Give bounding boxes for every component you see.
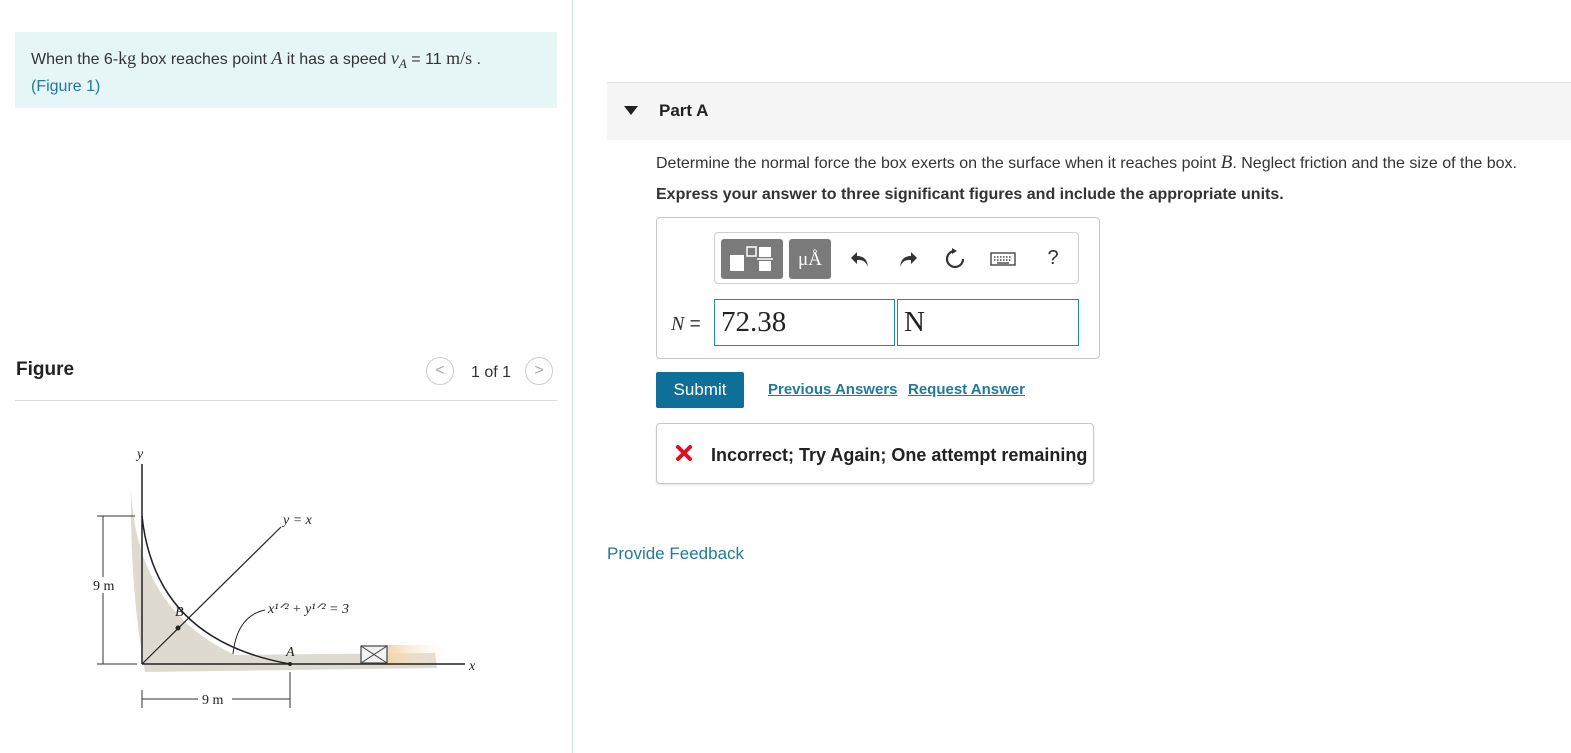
figure-title: Figure xyxy=(16,359,75,380)
point-b-marker xyxy=(175,625,181,631)
mass-unit: kg xyxy=(118,48,137,68)
point-b-label: B xyxy=(175,605,184,620)
answer-value-input[interactable]: 72.38 xyxy=(714,299,895,346)
units-button[interactable]: μÅ xyxy=(789,239,831,279)
problem-text-mid1: box reaches point xyxy=(136,51,272,68)
curve-equation-label: x¹ᐟ² + y¹ᐟ² = 3 xyxy=(267,602,349,617)
figure-diagram: y x y = x B A x¹ᐟ² + y¹ᐟ² = 3 9 m 9 m xyxy=(89,447,476,708)
answer-instruction: Express your answer to three significant… xyxy=(656,186,1284,203)
problem-text-prefix: When the 6- xyxy=(31,51,119,68)
reset-icon[interactable] xyxy=(943,247,967,271)
problem-text-end: . xyxy=(472,51,482,68)
question-prefix: Determine the normal force the box exert… xyxy=(656,155,1221,172)
math-toolbar: μÅ ? xyxy=(714,232,1079,284)
y-axis-label: y xyxy=(135,447,144,462)
point-a-label: A xyxy=(285,645,295,660)
provide-feedback-link[interactable]: Provide Feedback xyxy=(607,544,744,564)
x-icon xyxy=(676,445,692,461)
undo-icon[interactable] xyxy=(848,247,872,271)
figure-link-text: Figure 1 xyxy=(36,78,96,96)
templates-button[interactable] xyxy=(721,239,783,279)
prev-figure-button[interactable]: < xyxy=(426,357,454,385)
speed-subscript: A xyxy=(398,56,407,72)
speed-unit: m/s xyxy=(446,48,473,68)
templates-icon xyxy=(730,246,773,271)
answer-units-input[interactable]: N xyxy=(897,299,1079,346)
next-figure-button[interactable]: > xyxy=(525,357,553,385)
question-point: B xyxy=(1220,152,1233,173)
speed-equals: = 11 xyxy=(406,51,447,68)
problem-text-mid2: it has a speed xyxy=(282,51,391,68)
curve-leader xyxy=(232,609,266,655)
question-suffix: . Neglect friction and the size of the b… xyxy=(1232,155,1517,172)
part-a-header[interactable]: Part A xyxy=(607,82,1571,140)
problem-statement: When the 6-kg box reaches point A it has… xyxy=(15,32,557,108)
point-a-symbol: A xyxy=(271,48,283,68)
answer-variable-label: N = xyxy=(671,313,701,336)
part-title: Part A xyxy=(659,101,709,120)
surface-glow xyxy=(385,645,445,665)
submit-button[interactable]: Submit xyxy=(656,372,744,408)
dim-horizontal-label: 9 m xyxy=(202,693,224,708)
request-answer-link[interactable]: Request Answer xyxy=(908,381,1025,398)
figure-link[interactable]: (Figure 1) xyxy=(31,78,100,95)
feedback-text: Incorrect; Try Again; One attempt remain… xyxy=(711,445,1088,465)
previous-answers-link[interactable]: Previous Answers xyxy=(768,381,898,398)
figure-header: Figure < 1 of 1 > xyxy=(15,356,557,401)
x-axis-label: x xyxy=(468,659,476,674)
speed-symbol: v xyxy=(390,48,399,68)
point-a-marker xyxy=(288,662,292,666)
answer-box: μÅ ? N = 72.38 N xyxy=(656,217,1100,359)
help-icon[interactable]: ? xyxy=(1041,246,1065,270)
box-icon xyxy=(360,645,388,664)
keyboard-icon[interactable] xyxy=(990,247,1016,271)
pane-divider[interactable] xyxy=(572,0,573,753)
dim-vertical-label: 9 m xyxy=(93,579,115,594)
line-equation-label: y = x xyxy=(281,513,313,528)
redo-icon[interactable] xyxy=(896,247,920,271)
question-text: Determine the normal force the box exert… xyxy=(656,152,1517,174)
answer-equals: = xyxy=(684,314,701,335)
feedback-message-box: Incorrect; Try Again; One attempt remain… xyxy=(656,423,1094,484)
answer-variable: N xyxy=(671,313,685,335)
collapse-caret-icon[interactable] xyxy=(624,106,638,115)
figure-pager: 1 of 1 xyxy=(471,364,512,381)
figure-link-close: ) xyxy=(95,78,101,96)
